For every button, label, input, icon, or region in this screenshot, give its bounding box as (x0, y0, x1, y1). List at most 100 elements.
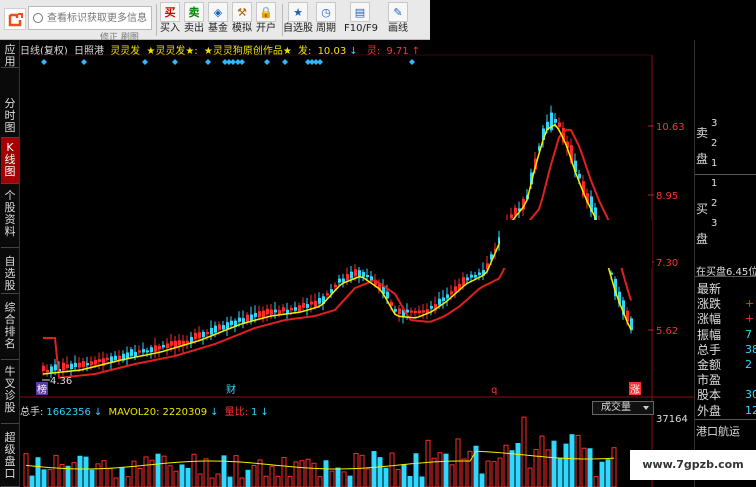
candlestick (194, 332, 197, 340)
candlestick (138, 350, 141, 353)
volume-bar (125, 476, 131, 487)
candlestick (62, 362, 65, 371)
candlestick (418, 310, 421, 314)
signal-diamond-icon (409, 59, 415, 65)
volume-bar (587, 448, 593, 487)
volume-bar (521, 416, 527, 487)
pencil-icon: ✎ (388, 2, 408, 22)
candlestick (74, 362, 77, 368)
watchlist-button[interactable]: ★ 自选股 (283, 2, 313, 38)
tab-diagnosis[interactable]: 牛叉诊股 (1, 362, 19, 424)
candlestick (466, 277, 469, 281)
volume-axis-label: 37164 (656, 414, 688, 425)
f10-button[interactable]: ▤ F10/F9 (344, 2, 378, 38)
quote-row-value: 38 (745, 342, 756, 356)
tab-watchlist[interactable]: 自选股 (1, 252, 19, 294)
candlestick (302, 303, 305, 308)
volume-bar (131, 460, 137, 487)
quote-panel: 卖盘321买盘123在买盘6.45位置最新涨跌+涨幅+振幅7总手38金额2市盈股… (694, 40, 756, 487)
volume-bar (329, 470, 335, 487)
volume-info-line: 总手: 1662356 ↓ MAVOL20: 2220309 ↓ 量比: 1 ↓ (20, 403, 272, 418)
down-arrow-icon: ↓ (260, 407, 269, 418)
event-marker-cai: 财 (226, 383, 236, 396)
volume-bar (545, 449, 551, 487)
candlestick (298, 305, 301, 312)
volume-bar (167, 465, 173, 487)
volume-bar (569, 434, 575, 487)
volume-bar (143, 456, 149, 487)
volume-bar (95, 463, 101, 487)
kline-chart-area[interactable]: 日线(复权) 日照港 灵灵发 ★灵灵发★: ★灵灵狗原创作品★ 发: 10.03… (20, 40, 694, 487)
period-button[interactable]: ◷ 周期 (314, 2, 338, 38)
tab-apps[interactable]: 应用 (1, 40, 19, 68)
app-logo-icon[interactable] (4, 8, 26, 30)
clock-icon: ◷ (316, 2, 336, 22)
tab-ranking[interactable]: 综合排名 (1, 298, 19, 360)
volume-bar (413, 453, 419, 487)
candlestick (106, 357, 109, 360)
signal-diamond-icon (282, 59, 288, 65)
candlestick (166, 343, 169, 349)
volume-bar (365, 468, 371, 487)
panel-divider (695, 419, 756, 420)
candlestick (254, 312, 257, 317)
volume-bar (203, 458, 209, 487)
draw-line-button[interactable]: ✎ 画线 (386, 2, 410, 38)
fund-icon: ◈ (208, 2, 228, 22)
panel-divider (695, 276, 756, 277)
quote-row-value: 7 (745, 327, 752, 341)
low-price-label: 4.36 (50, 376, 72, 387)
open-account-button[interactable]: 🔒 开户 (254, 2, 278, 38)
volume-bar (323, 460, 329, 487)
volume-bar (299, 460, 305, 487)
quote-row-value: + (745, 312, 755, 326)
candlestick (86, 363, 89, 366)
total-volume-label: 总手: (20, 407, 44, 418)
quote-row-value: 2 (745, 358, 752, 371)
lock-icon: 🔒 (256, 2, 276, 22)
tab-kline[interactable]: K线图 (1, 138, 19, 184)
signal-diamond-icon (317, 59, 323, 65)
kline-svg[interactable]: 10.63 8.95 7.30 5.62 37164 4.36榜 财 q 涨 (20, 40, 694, 487)
volume-bar (599, 461, 605, 487)
candlestick (54, 364, 57, 371)
toolbar-hidden-labels: 修正 刷图 (100, 33, 139, 40)
volume-bar (89, 469, 95, 487)
volume-bar (161, 455, 167, 487)
candlestick (154, 345, 157, 352)
candlestick (394, 309, 397, 312)
volume-bar (215, 473, 221, 487)
price-axis-label: 5.62 (656, 326, 678, 337)
volume-bar (377, 457, 383, 487)
candlestick (218, 324, 221, 330)
candlestick (274, 309, 277, 313)
candlestick (554, 118, 557, 123)
volume-bar (209, 477, 215, 487)
candlestick (294, 307, 297, 311)
mavol-label: MAVOL20: (108, 407, 160, 418)
volume-bar (245, 469, 251, 487)
volume-bar (179, 464, 185, 487)
volume-bar (191, 453, 197, 487)
volume-bar (359, 454, 365, 487)
candlestick (314, 300, 317, 308)
candlestick (414, 310, 417, 314)
search-input[interactable] (29, 7, 151, 29)
left-tab-bar: 应用分时图 K线图个股资料自选股综合排名牛叉诊股超级盘口 (0, 40, 20, 487)
tab-orderbook[interactable]: 超级盘口 (1, 428, 19, 487)
candlestick (306, 304, 309, 308)
volume-bar (371, 451, 377, 487)
sell-side-label: 卖盘 (696, 126, 709, 166)
search-box[interactable] (28, 6, 152, 30)
price-axis-label: 10.63 (656, 122, 685, 133)
candlestick (454, 286, 457, 292)
total-volume-value: 1662356 (46, 407, 91, 418)
volume-indicator-dropdown[interactable]: 成交量 (592, 401, 654, 415)
sell-level-1: 3 (711, 118, 718, 129)
tab-intraday[interactable]: 分时图 (1, 94, 19, 138)
candlestick (250, 314, 253, 321)
sell-icon: 卖 (184, 2, 204, 22)
tab-profile[interactable]: 个股资料 (1, 186, 19, 248)
volume-bar (311, 462, 317, 487)
buy-level-1: 1 (711, 178, 718, 189)
